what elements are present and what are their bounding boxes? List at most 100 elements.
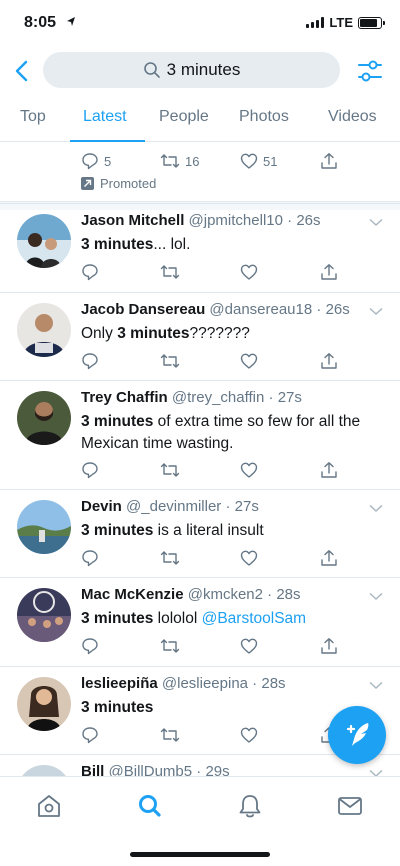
tweet-text: 3 minutes of extra time so few for all t… [81,411,382,455]
search-input[interactable]: 3 minutes [43,52,340,88]
home-indicator [130,852,270,857]
like-button[interactable] [240,637,258,655]
battery-icon [358,16,385,29]
home-icon[interactable] [34,793,64,819]
author-handle[interactable]: @BillDumb5 [109,763,193,776]
chevron-down-icon[interactable] [369,681,383,690]
retweet-button[interactable] [160,637,180,655]
share-button[interactable] [320,263,338,281]
chevron-down-icon[interactable] [369,592,383,601]
promoted-icon [81,177,94,190]
share-button[interactable] [320,637,338,655]
tweet-actions [0,637,400,657]
retweet-button[interactable] [160,352,180,370]
search-header: 3 minutes [0,52,400,90]
text-rest: ??????? [189,325,250,342]
tab-videos[interactable]: Videos [328,108,377,126]
tweet-item[interactable]: Mac McKenzie @kmcken2 · 28s 3 minutes lo… [0,577,400,666]
retweet-button[interactable] [160,726,180,744]
tab-photos[interactable]: Photos [239,108,289,126]
reply-button[interactable]: 5 [81,152,111,170]
back-chevron-icon[interactable] [10,58,34,84]
reply-button[interactable] [81,549,99,567]
retweet-button[interactable] [160,549,180,567]
mention-link[interactable]: @BarstoolSam [202,610,306,627]
tweet-time: 28s [276,586,301,603]
author-handle[interactable]: @jpmitchell10 [189,212,283,229]
tab-people[interactable]: People [159,108,209,126]
share-button[interactable] [320,549,338,567]
share-button[interactable] [320,352,338,370]
like-button[interactable]: 51 [240,152,277,170]
avatar[interactable] [17,588,71,642]
tweet-text: 3 minutes... lol. [81,234,382,256]
tweet-actions [0,352,400,372]
heart-icon [240,638,258,654]
reply-button[interactable] [81,461,99,479]
author-name[interactable]: Jason Mitchell [81,212,184,229]
chevron-down-icon[interactable] [369,218,383,227]
author-handle[interactable]: @leslieepina [162,675,248,692]
separator-dot: · [192,763,206,776]
heart-icon [240,153,258,169]
reply-button[interactable] [81,637,99,655]
notifications-icon[interactable] [235,793,265,819]
avatar[interactable] [17,677,71,731]
share-button[interactable] [320,152,338,170]
tab-latest[interactable]: Latest [83,108,127,126]
share-button[interactable] [320,461,338,479]
like-button[interactable] [240,263,258,281]
tab-top[interactable]: Top [20,108,46,126]
like-button[interactable] [240,726,258,744]
tweet-header: Devin @_devinmiller · 27s [81,498,370,515]
tweet-item[interactable]: Jason Mitchell @jpmitchell10 · 26s 3 min… [0,203,400,292]
author-handle[interactable]: @trey_chaffin [172,389,265,406]
separator-dot: · [264,389,278,406]
sliders-icon[interactable] [356,58,384,84]
status-indicators: LTE [306,15,385,30]
retweet-button[interactable]: 16 [160,152,199,170]
author-name[interactable]: leslieepiña [81,675,158,692]
search-query: 3 minutes [166,60,241,79]
author-handle[interactable]: @kmcken2 [188,586,263,603]
reply-button[interactable] [81,263,99,281]
chevron-down-icon[interactable] [369,504,383,513]
avatar[interactable] [17,765,71,776]
chevron-down-icon[interactable] [369,307,383,316]
tweet-actions [0,461,400,481]
promoted-label: Promoted [81,176,156,191]
retweet-button[interactable] [160,461,180,479]
like-button[interactable] [240,352,258,370]
retweet-button[interactable] [160,263,180,281]
chevron-down-icon[interactable] [369,769,383,776]
tweet-text: 3 minutes lololol @BarstoolSam [81,608,382,630]
author-name[interactable]: Mac McKenzie [81,586,184,603]
tweet-feed[interactable]: 5 16 51 Promoted Jason Mitchell @jpmitch… [0,142,400,776]
promoted-tweet[interactable]: 5 16 51 Promoted [0,142,400,202]
compose-tweet-button[interactable] [328,706,386,764]
tweet-item[interactable]: Jacob Dansereau @dansereau18 · 26s Only … [0,292,400,380]
author-handle[interactable]: @dansereau18 [209,301,312,318]
messages-icon[interactable] [335,793,365,819]
author-name[interactable]: Jacob Dansereau [81,301,205,318]
author-name[interactable]: Bill [81,763,104,776]
author-handle[interactable]: @_devinmiller [126,498,221,515]
tweet-item[interactable]: Trey Chaffin @trey_chaffin · 27s 3 minut… [0,380,400,489]
tweet-header: Mac McKenzie @kmcken2 · 28s [81,586,370,603]
avatar[interactable] [17,500,71,554]
avatar[interactable] [17,214,71,268]
reply-button[interactable] [81,726,99,744]
reply-button[interactable] [81,352,99,370]
like-button[interactable] [240,549,258,567]
tweet-item[interactable]: Devin @_devinmiller · 27s 3 minutes is a… [0,489,400,577]
search-icon[interactable] [135,793,165,819]
author-name[interactable]: Trey Chaffin [81,389,168,406]
tweet-header: Bill @BillDumb5 · 29s [81,763,370,776]
avatar[interactable] [17,303,71,357]
tweet-time: 29s [205,763,230,776]
like-button[interactable] [240,461,258,479]
author-name[interactable]: Devin [81,498,122,515]
status-bar: 8:05 LTE [0,0,400,46]
separator-dot: · [248,675,262,692]
avatar[interactable] [17,391,71,445]
